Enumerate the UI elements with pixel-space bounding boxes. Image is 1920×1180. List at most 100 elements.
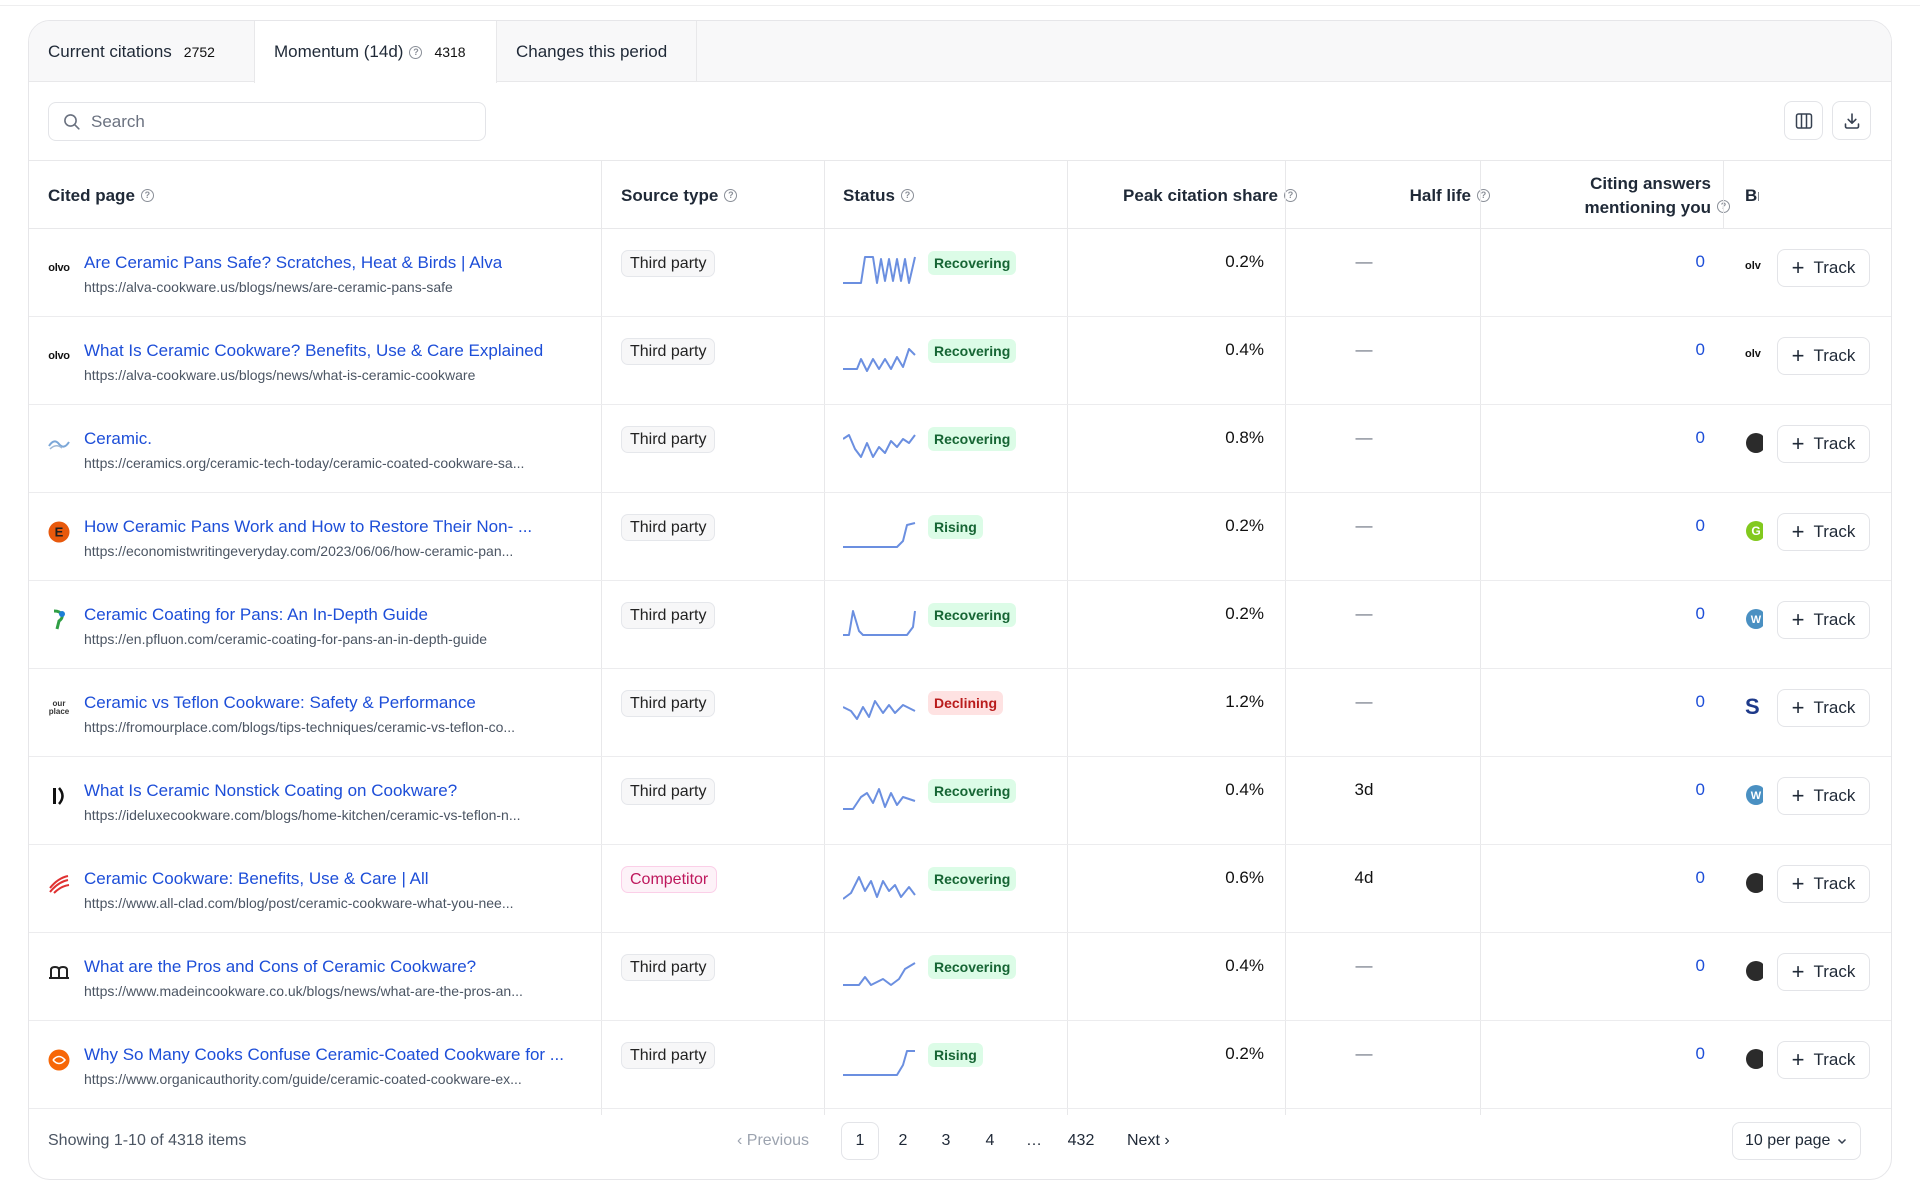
- site-favicon-icon: [48, 873, 70, 895]
- cited-page-url: https://ideluxecookware.com/blogs/home-k…: [84, 807, 521, 823]
- table-row: our place Ceramic vs Teflon Cookware: Saf…: [29, 669, 1891, 757]
- search-field[interactable]: [48, 102, 486, 141]
- track-button[interactable]: + Track: [1777, 249, 1870, 287]
- cited-page-link[interactable]: What Is Ceramic Cookware? Benefits, Use …: [84, 341, 543, 361]
- momentum-sparkline: [843, 348, 916, 372]
- column-label: Cited page: [48, 185, 135, 205]
- peak-citation-share: 0.2%: [1225, 252, 1264, 271]
- search-input[interactable]: [91, 111, 451, 132]
- track-label: Track: [1813, 962, 1856, 981]
- cited-page-url: https://www.all-clad.com/blog/post/ceram…: [84, 895, 514, 911]
- source-type-badge: Third party: [621, 250, 716, 277]
- track-label: Track: [1813, 610, 1856, 629]
- cited-page-link[interactable]: What are the Pros and Cons of Ceramic Co…: [84, 957, 476, 977]
- column-header-brand[interactable]: Br: [1745, 161, 1759, 230]
- brand-logo-icon: W: [1745, 608, 1763, 630]
- tab-momentum[interactable]: Momentum (14d) ? 4318: [254, 21, 497, 83]
- half-life-value: —: [1355, 516, 1373, 535]
- site-favicon-icon: olvo: [48, 350, 70, 362]
- half-life-value: —: [1355, 428, 1373, 447]
- tab-label: Momentum (14d): [274, 42, 404, 61]
- column-label: Status: [843, 185, 895, 205]
- half-life-value: —: [1355, 604, 1373, 623]
- columns-button[interactable]: [1784, 101, 1823, 140]
- citing-answers-count[interactable]: 0: [1696, 252, 1705, 272]
- pagination-summary: Showing 1-10 of 4318 items: [48, 1132, 247, 1149]
- citing-answers-count[interactable]: 0: [1696, 1044, 1705, 1064]
- cited-page-url: https://www.organicauthority.com/guide/c…: [84, 1071, 522, 1087]
- citing-answers-count[interactable]: 0: [1696, 868, 1705, 888]
- track-label: Track: [1813, 522, 1856, 541]
- page-button-3[interactable]: 3: [927, 1122, 965, 1160]
- page-button-1[interactable]: 1: [841, 1122, 879, 1160]
- column-header-source-type[interactable]: Source type?: [621, 161, 738, 230]
- cited-page-link[interactable]: Ceramic.: [84, 429, 152, 449]
- tab-changes-this-period[interactable]: Changes this period: [497, 21, 697, 82]
- column-header-citing-answers[interactable]: Citing answersmentioning you?: [1509, 161, 1730, 230]
- citing-answers-count[interactable]: 0: [1696, 516, 1705, 536]
- citing-answers-count[interactable]: 0: [1696, 956, 1705, 976]
- source-type-badge: Third party: [621, 954, 716, 981]
- track-button[interactable]: + Track: [1777, 601, 1870, 639]
- column-header-peak-citation-share[interactable]: Peak citation share?: [1095, 161, 1297, 230]
- brand-logo-icon: [1745, 432, 1763, 454]
- track-button[interactable]: + Track: [1777, 865, 1870, 903]
- chevron-down-icon: [1838, 1138, 1847, 1145]
- page-button-2[interactable]: 2: [884, 1122, 922, 1160]
- cited-page-link[interactable]: What Is Ceramic Nonstick Coating on Cook…: [84, 781, 457, 801]
- peak-citation-share: 0.4%: [1225, 956, 1264, 975]
- citing-answers-count[interactable]: 0: [1696, 428, 1705, 448]
- cited-page-link[interactable]: Ceramic vs Teflon Cookware: Safety & Per…: [84, 693, 476, 713]
- momentum-sparkline: [843, 434, 916, 458]
- track-button[interactable]: + Track: [1777, 337, 1870, 375]
- peak-citation-share: 0.2%: [1225, 516, 1264, 535]
- citing-answers-count[interactable]: 0: [1696, 604, 1705, 624]
- track-button[interactable]: + Track: [1777, 1041, 1870, 1079]
- source-type-badge: Third party: [621, 338, 716, 365]
- track-button[interactable]: + Track: [1777, 777, 1870, 815]
- track-label: Track: [1813, 786, 1856, 805]
- site-favicon-icon: E: [48, 521, 70, 543]
- citing-answers-count[interactable]: 0: [1696, 692, 1705, 712]
- half-life-value: —: [1355, 956, 1373, 975]
- cited-page-link[interactable]: Ceramic Cookware: Benefits, Use & Care |…: [84, 869, 429, 889]
- track-button[interactable]: + Track: [1777, 425, 1870, 463]
- momentum-sparkline: [843, 700, 916, 720]
- source-type-badge: Competitor: [621, 866, 718, 893]
- previous-page-button[interactable]: ‹ Previous: [737, 1122, 809, 1160]
- plus-icon: +: [1791, 607, 1805, 632]
- svg-text:G: G: [1751, 524, 1760, 538]
- cited-page-url: https://economistwritingeveryday.com/202…: [84, 543, 514, 559]
- plus-icon: +: [1791, 431, 1805, 456]
- half-life-value: —: [1355, 1044, 1373, 1063]
- half-life-value: 4d: [1354, 868, 1374, 887]
- cited-page-url: https://www.madeincookware.co.uk/blogs/n…: [84, 983, 523, 999]
- per-page-select[interactable]: 10 per page: [1732, 1122, 1862, 1160]
- status-badge: Recovering: [928, 427, 1017, 451]
- page-button-432[interactable]: 432: [1062, 1122, 1100, 1160]
- cited-page-link[interactable]: Why So Many Cooks Confuse Ceramic-Coated…: [84, 1045, 564, 1065]
- column-header-status[interactable]: Status?: [843, 161, 914, 230]
- cited-page-link[interactable]: Ceramic Coating for Pans: An In-Depth Gu…: [84, 605, 428, 625]
- brand-logo-icon: W: [1745, 784, 1763, 806]
- column-header-cited-page[interactable]: Cited page?: [48, 161, 154, 230]
- citing-answers-count[interactable]: 0: [1696, 340, 1705, 360]
- tab-current-citations[interactable]: Current citations 2752: [29, 21, 254, 82]
- status-badge: Recovering: [928, 603, 1017, 627]
- track-button[interactable]: + Track: [1777, 513, 1870, 551]
- table-header: Cited page? Source type? Status? Peak ci…: [29, 160, 1891, 229]
- help-icon: ?: [1477, 189, 1490, 202]
- site-favicon-icon: [48, 961, 70, 983]
- next-page-button[interactable]: Next ›: [1127, 1122, 1170, 1160]
- track-button[interactable]: + Track: [1777, 953, 1870, 991]
- cited-page-link[interactable]: How Ceramic Pans Work and How to Restore…: [84, 517, 532, 537]
- column-header-half-life[interactable]: Half life?: [1314, 161, 1490, 230]
- source-type-badge: Third party: [621, 778, 716, 805]
- track-button[interactable]: + Track: [1777, 689, 1870, 727]
- citing-answers-count[interactable]: 0: [1696, 780, 1705, 800]
- table-row: Ceramic. https://ceramics.org/ceramic-te…: [29, 405, 1891, 493]
- cited-page-link[interactable]: Are Ceramic Pans Safe? Scratches, Heat &…: [84, 253, 502, 273]
- page-button-4[interactable]: 4: [971, 1122, 1009, 1160]
- download-button[interactable]: [1832, 101, 1871, 140]
- peak-citation-share: 0.4%: [1225, 780, 1264, 799]
